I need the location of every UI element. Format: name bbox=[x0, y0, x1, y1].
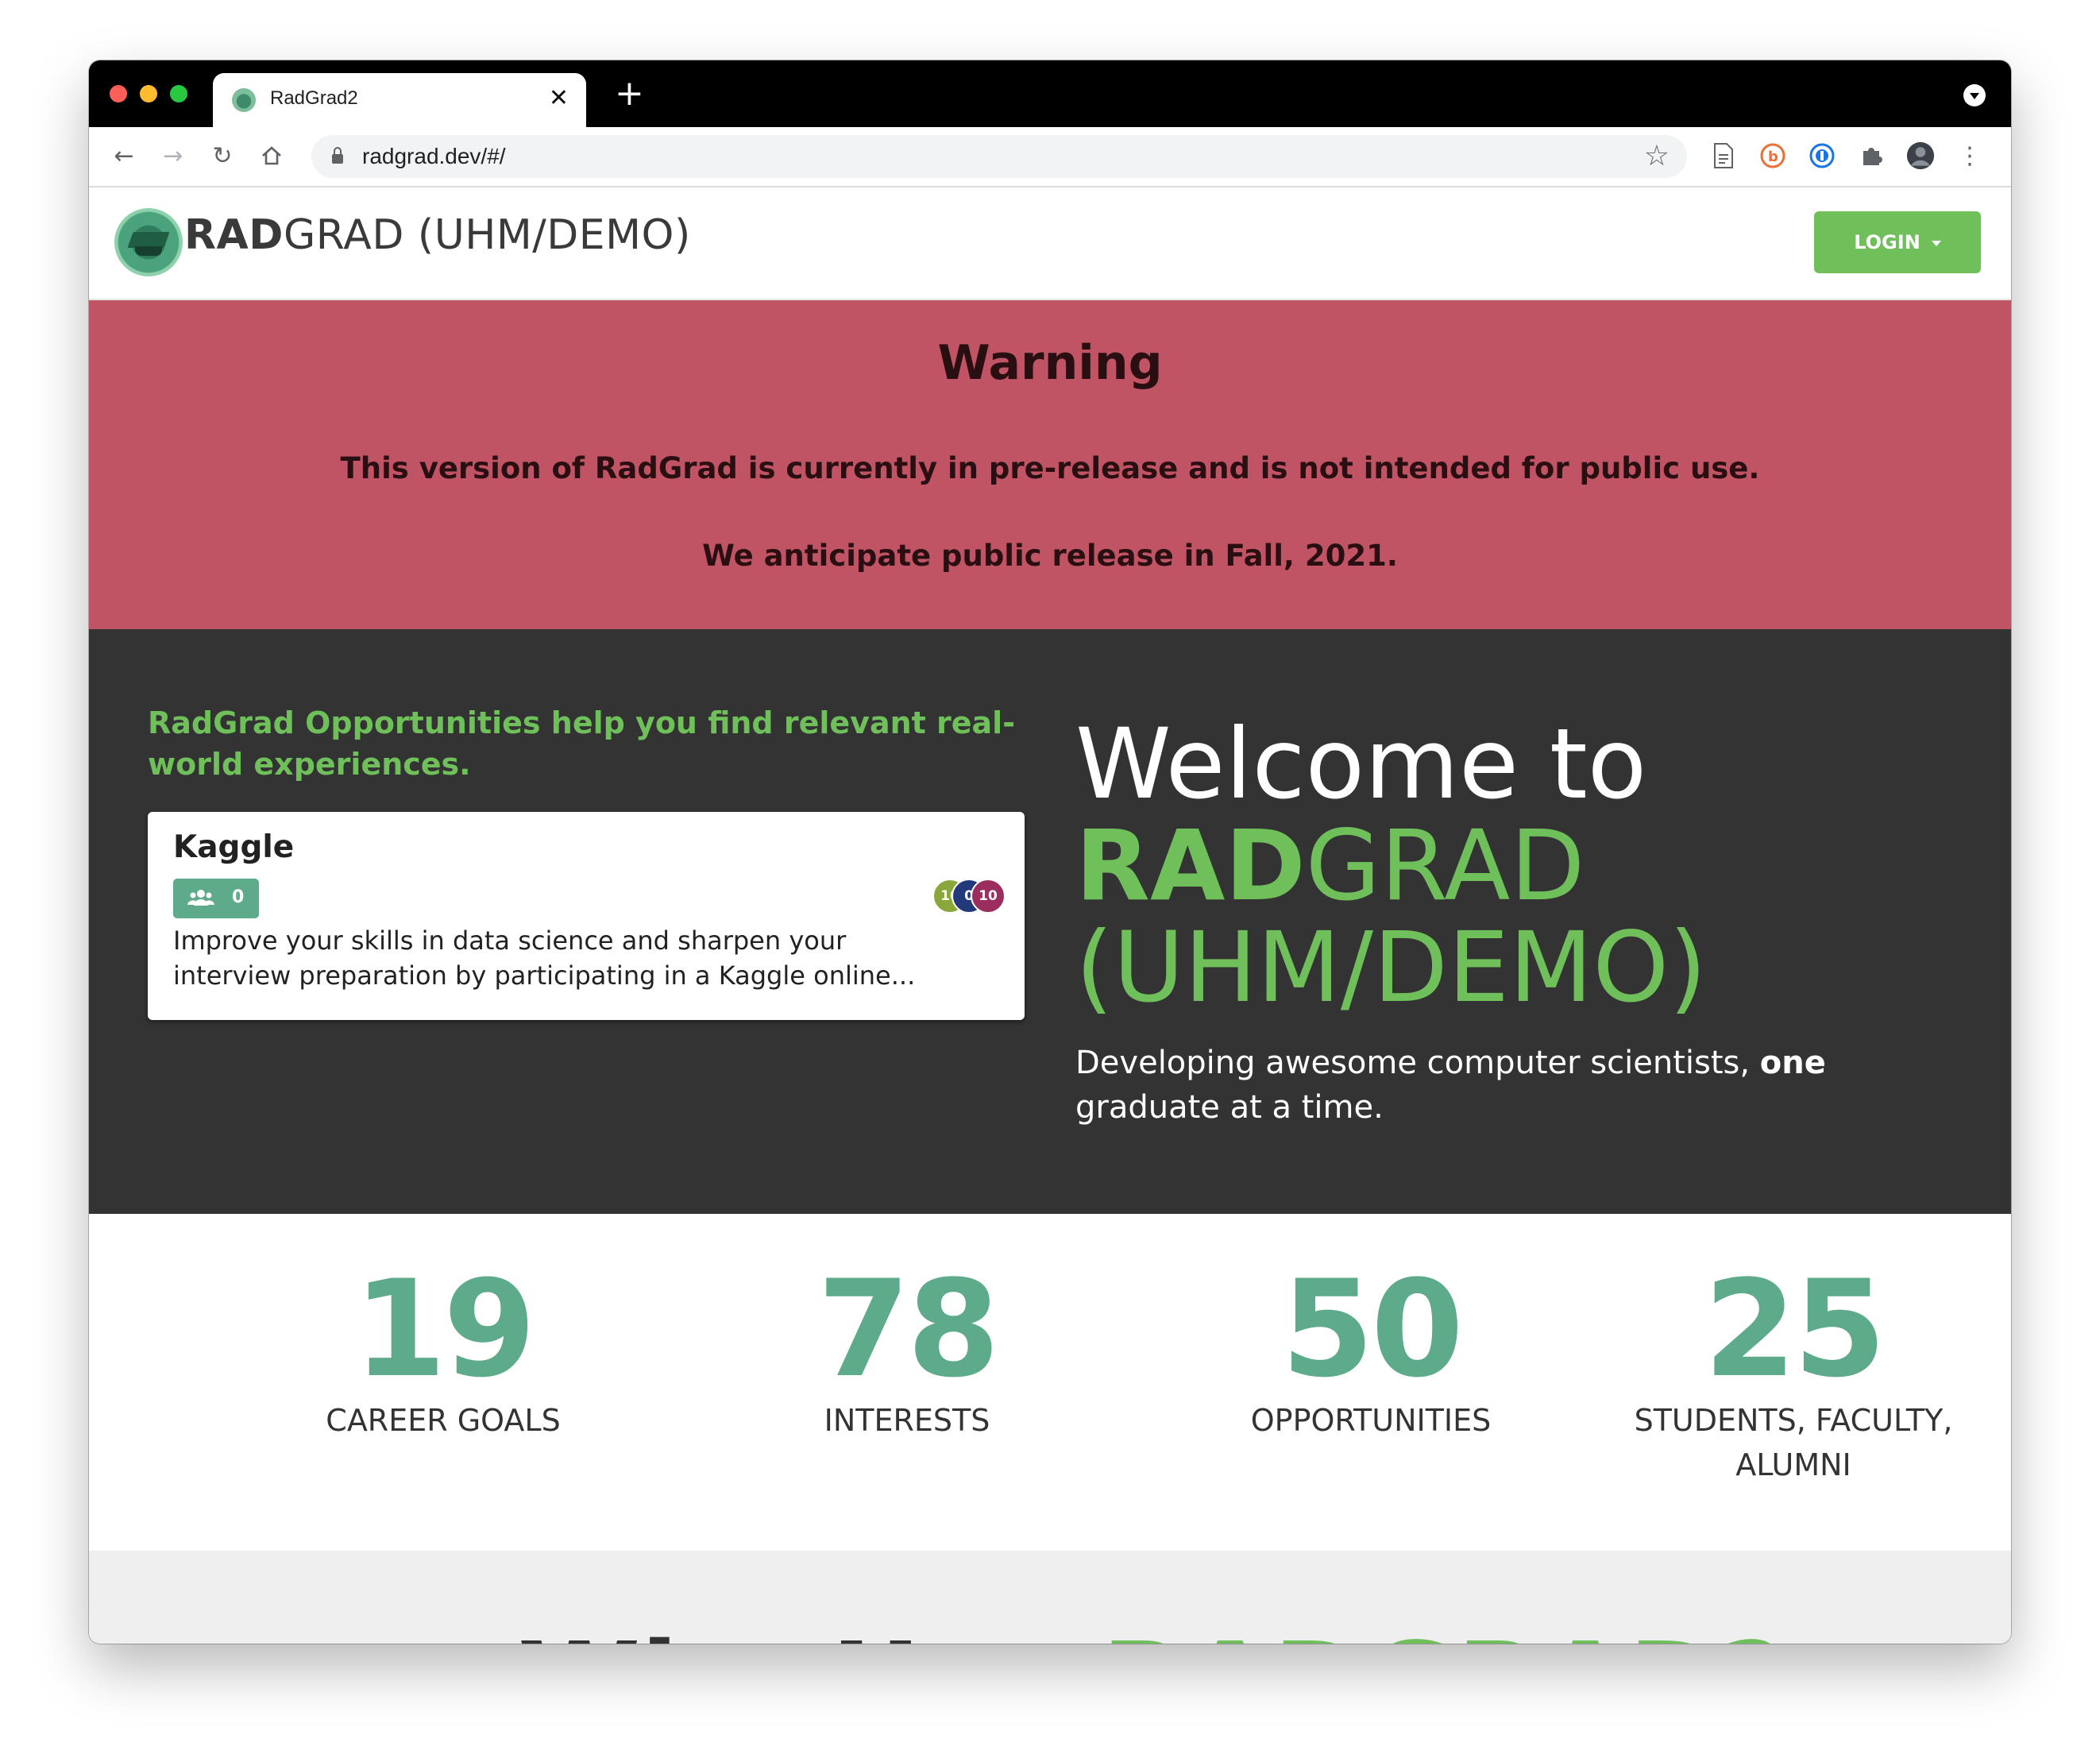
stat-label: CAREER GOALS bbox=[326, 1403, 561, 1438]
stat-number: 19 bbox=[353, 1251, 536, 1407]
card-description: Improve your skills in data science and … bbox=[173, 925, 916, 991]
participants-badge: 0 bbox=[173, 879, 259, 918]
reload-icon[interactable]: ↻ bbox=[207, 140, 238, 172]
forward-icon[interactable]: → bbox=[157, 140, 189, 172]
profile-avatar[interactable] bbox=[1906, 141, 1935, 170]
browser-window: RadGrad2 ✕ + ← → ↻ radgrad.dev/#/ ☆ b ⋮ … bbox=[89, 60, 2011, 1644]
why-heading: Why Use RADGRAD? bbox=[518, 1619, 1785, 1644]
password-manager-icon[interactable] bbox=[1808, 141, 1836, 170]
tab-title: RadGrad2 bbox=[270, 87, 358, 109]
extensions-puzzle-icon[interactable] bbox=[1857, 141, 1886, 170]
warning-banner: Warning This version of RadGrad is curre… bbox=[89, 300, 2011, 629]
stat-label: STUDENTS, FACULTY, ALUMNI bbox=[1634, 1403, 1953, 1482]
stats-section: 19 CAREER GOALS 78 INTERESTS 50 OPPORTUN… bbox=[89, 1214, 2011, 1551]
hero-section: RadGrad Opportunities help you find rele… bbox=[89, 629, 2011, 1214]
back-icon[interactable]: ← bbox=[108, 140, 140, 172]
chevron-down-icon bbox=[1931, 240, 1941, 246]
page-extension-icon[interactable] bbox=[1709, 141, 1738, 170]
stat-opportunities: 50 OPPORTUNITIES bbox=[1164, 1262, 1577, 1443]
card-title: Kaggle bbox=[173, 829, 295, 865]
honey-extension-icon[interactable]: b bbox=[1758, 141, 1787, 170]
login-dropdown-button[interactable]: LOGIN bbox=[1814, 211, 1981, 273]
opportunities-heading: RadGrad Opportunities help you find rele… bbox=[148, 705, 1015, 782]
maximize-window-button[interactable] bbox=[170, 85, 187, 102]
stat-label: OPPORTUNITIES bbox=[1250, 1403, 1492, 1438]
tab-strip: RadGrad2 ✕ + bbox=[89, 60, 2011, 127]
lock-icon bbox=[332, 147, 343, 164]
stat-interests: 78 INTERESTS bbox=[701, 1262, 1114, 1443]
close-tab-icon[interactable]: ✕ bbox=[549, 84, 569, 113]
tagline: Developing awesome computer scientists, … bbox=[1075, 1045, 1826, 1126]
stat-users: 25 STUDENTS, FACULTY, ALUMNI bbox=[1627, 1262, 1960, 1487]
stat-label: INTERESTS bbox=[824, 1403, 990, 1438]
warning-title: Warning bbox=[937, 335, 1163, 391]
browser-menu-icon[interactable]: ⋮ bbox=[1954, 140, 1986, 172]
browser-tab[interactable]: RadGrad2 ✕ bbox=[213, 73, 586, 127]
warning-message: This version of RadGrad is currently in … bbox=[340, 451, 1760, 485]
radgrad-logo-icon[interactable] bbox=[114, 208, 183, 276]
why-section: Why Use RADGRAD? bbox=[89, 1551, 2011, 1644]
svg-text:b: b bbox=[1768, 149, 1778, 165]
release-notice: We anticipate public release in Fall, 20… bbox=[702, 539, 1398, 573]
home-icon[interactable] bbox=[256, 140, 288, 172]
minimize-window-button[interactable] bbox=[140, 85, 157, 102]
participants-count: 0 bbox=[232, 887, 245, 907]
welcome-heading: Welcome to RADGRAD (UHM/DEMO) bbox=[1075, 708, 1707, 1024]
address-bar[interactable]: radgrad.dev/#/ ☆ bbox=[311, 135, 1687, 178]
stat-career-goals: 19 CAREER GOALS bbox=[237, 1262, 650, 1443]
bookmark-star-icon[interactable]: ☆ bbox=[1644, 140, 1670, 172]
stat-number: 78 bbox=[817, 1251, 1000, 1407]
experience-points-badge: 10 bbox=[971, 879, 1006, 914]
new-tab-icon[interactable]: + bbox=[615, 73, 644, 114]
site-navbar: RADGRAD (UHM/DEMO) LOGIN bbox=[89, 187, 2011, 300]
tab-search-icon[interactable] bbox=[1963, 84, 1986, 106]
browser-toolbar: ← → ↻ radgrad.dev/#/ ☆ b ⋮ bbox=[89, 127, 2011, 187]
stat-number: 25 bbox=[1704, 1251, 1886, 1407]
site-brand[interactable]: RADGRAD (UHM/DEMO) bbox=[184, 211, 691, 259]
users-icon bbox=[187, 890, 214, 906]
close-window-button[interactable] bbox=[110, 85, 127, 102]
login-label: LOGIN bbox=[1854, 231, 1920, 253]
page-content: RADGRAD (UHM/DEMO) LOGIN Warning This ve… bbox=[89, 187, 2011, 1644]
url-text: radgrad.dev/#/ bbox=[362, 144, 506, 168]
stat-number: 50 bbox=[1281, 1251, 1464, 1407]
opportunity-card[interactable]: Kaggle 0 10 0 10 Improve your skills in … bbox=[148, 812, 1025, 1020]
radgrad-favicon-icon bbox=[232, 88, 256, 112]
